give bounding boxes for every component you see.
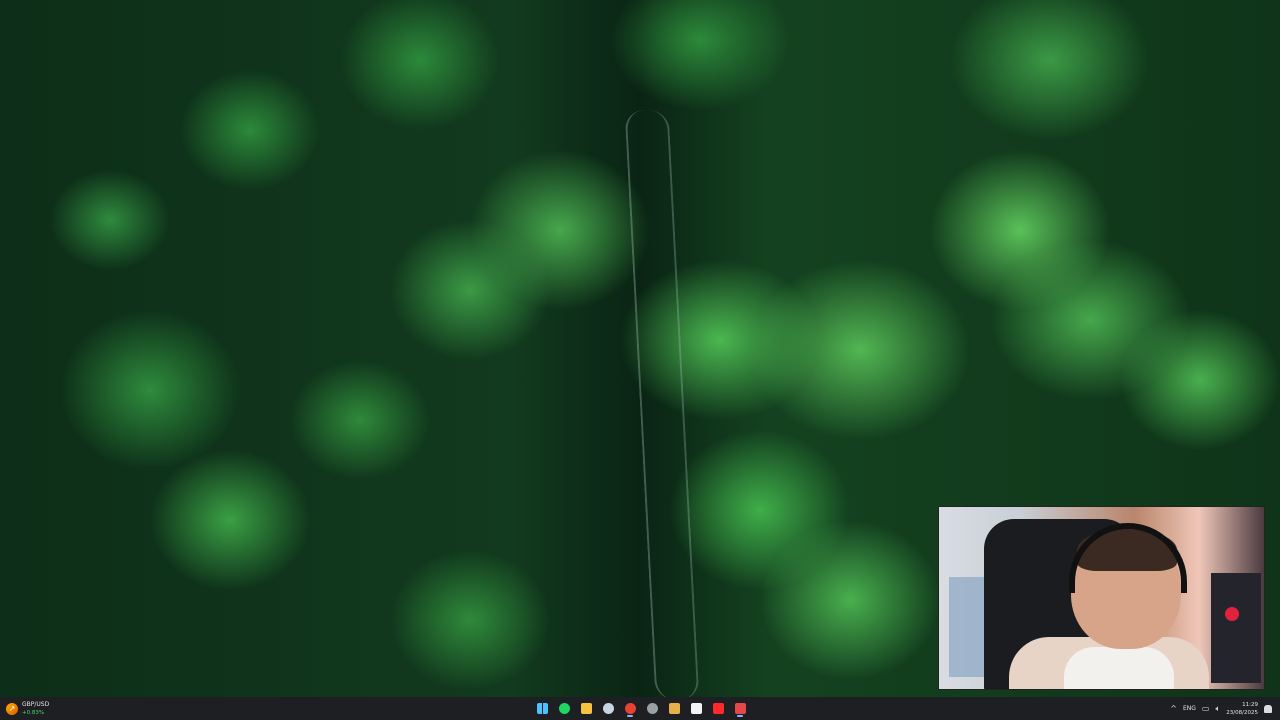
person-shirt: [1064, 647, 1174, 689]
system-tray: ^ ENG ▭ 🔈︎ 11:29 23/08/2025: [1170, 699, 1272, 718]
app-red-icon[interactable]: [731, 700, 749, 717]
youtube-icon[interactable]: [709, 700, 727, 717]
file-explorer-icon[interactable]: [577, 700, 595, 717]
volume-icon[interactable]: 🔈︎: [1215, 704, 1220, 714]
webcam-overlay: [938, 506, 1265, 690]
notification-bell-icon[interactable]: [1264, 704, 1272, 713]
app-shield-icon[interactable]: [665, 700, 683, 717]
app-grey-icon[interactable]: [643, 700, 661, 717]
start-icon[interactable]: [533, 700, 551, 717]
steam-icon[interactable]: [599, 700, 617, 717]
network-icon[interactable]: ▭: [1202, 704, 1210, 713]
clock[interactable]: 11:29 23/08/2025: [1226, 701, 1258, 717]
show-hidden-icons-chevron[interactable]: ^: [1170, 704, 1177, 713]
spotify-icon[interactable]: [555, 700, 573, 717]
chrome-icon[interactable]: [621, 700, 639, 717]
widget-change: +0.83%: [22, 709, 45, 716]
language-indicator[interactable]: ENG: [1183, 705, 1196, 712]
currency-widget[interactable]: ↗ GBP/USD +0.83%: [6, 699, 49, 718]
forest-trail: [624, 110, 700, 700]
taskbar: ↗ GBP/USD +0.83% ^ ENG ▭ 🔈︎ 11:29 23/08/…: [0, 697, 1280, 720]
webcam-background-shelf: [949, 577, 989, 677]
taskbar-apps: [533, 700, 749, 717]
microsoft-store-icon[interactable]: [687, 700, 705, 717]
webcam-background-led: [1225, 607, 1239, 621]
widget-title: GBP/USD: [22, 700, 50, 708]
currency-icon: ↗: [6, 702, 18, 715]
clock-date: 23/08/2025: [1226, 709, 1258, 716]
clock-time: 11:29: [1242, 701, 1258, 708]
webcam-background-monitor: [1211, 573, 1261, 683]
